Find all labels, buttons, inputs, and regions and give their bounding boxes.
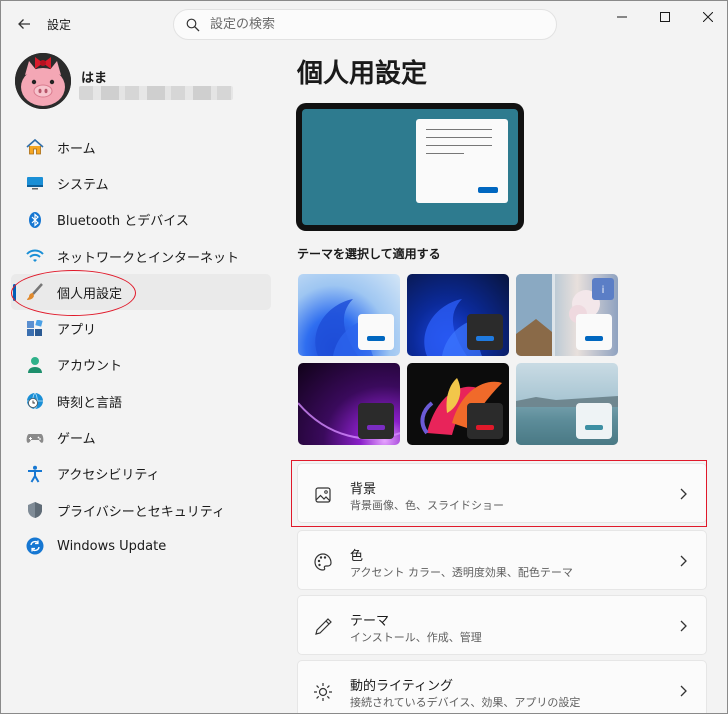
home-icon (25, 137, 45, 157)
apps-icon (25, 319, 45, 339)
update-icon (25, 536, 45, 556)
sidebar-item-label: ホーム (57, 141, 96, 157)
card-title: 動的ライティング (350, 679, 453, 694)
theme-glow[interactable] (298, 363, 400, 445)
gamepad-icon (25, 428, 45, 448)
theme-preview (296, 103, 524, 231)
user-email-blurred (79, 86, 233, 100)
theme-captured-motion[interactable] (407, 363, 509, 445)
chevron-right-icon (678, 553, 688, 569)
sidebar-item-label: ゲーム (57, 432, 96, 448)
card-themes[interactable]: テーマ インストール、作成、管理 (297, 595, 707, 655)
chevron-right-icon (678, 618, 688, 634)
card-colors[interactable]: 色 アクセント カラー、透明度効果、配色テーマ (297, 530, 707, 590)
preview-desktop (302, 109, 518, 225)
palette-icon (312, 551, 334, 573)
preview-window (416, 119, 508, 203)
sidebar-item-label: Windows Update (57, 538, 167, 554)
sidebar-item-label: アプリ (57, 323, 97, 339)
settings-window: 設定 設定の検索 はま ホーム システム Bluetooth とデバイス ネット… (0, 0, 728, 714)
sidebar-item-label: 時刻と言語 (57, 395, 123, 411)
back-button[interactable] (11, 11, 37, 37)
card-dynamic-lighting[interactable]: 動的ライティング 接続されているデバイス、効果、アプリの設定 (297, 660, 707, 713)
paintbrush-icon (25, 282, 45, 302)
avatar (15, 53, 71, 109)
card-title: テーマ (350, 614, 390, 629)
monitor-icon (25, 173, 45, 193)
theme-windows-light[interactable] (298, 274, 400, 356)
theme-windows-dark[interactable] (407, 274, 509, 356)
sidebar-item-network[interactable]: ネットワークとインターネット (11, 238, 271, 274)
sidebar-item-home[interactable]: ホーム (11, 129, 271, 165)
sidebar-item-label: システム (57, 177, 109, 193)
sidebar-item-apps[interactable]: アプリ (11, 310, 271, 346)
card-subtitle: 接続されているデバイス、効果、アプリの設定 (350, 696, 581, 709)
theme-spotlight[interactable]: i (516, 274, 618, 356)
wifi-icon (25, 246, 45, 266)
shield-icon (25, 500, 45, 520)
close-button[interactable] (685, 1, 727, 33)
sidebar-item-accessibility[interactable]: アクセシビリティ (11, 456, 271, 492)
card-subtitle: 背景画像、色、スライドショー (350, 499, 504, 512)
search-icon (186, 18, 200, 31)
sidebar-item-gaming[interactable]: ゲーム (11, 419, 271, 455)
svg-text:i: i (602, 285, 605, 296)
sidebar-item-system[interactable]: システム (11, 165, 271, 201)
sidebar-item-time-language[interactable]: 時刻と言語 (11, 383, 271, 419)
user-profile[interactable]: はま (15, 53, 265, 109)
card-subtitle: アクセント カラー、透明度効果、配色テーマ (350, 566, 573, 579)
title-bar: 設定 (1, 1, 727, 47)
maximize-button[interactable] (642, 1, 688, 33)
sidebar-item-personalization[interactable]: 個人用設定 (11, 274, 271, 311)
sidebar-item-privacy[interactable]: プライバシーとセキュリティ (11, 492, 271, 528)
sidebar-item-label: 個人用設定 (57, 286, 123, 302)
user-name: はま (81, 71, 108, 86)
sidebar-item-label: アクセシビリティ (57, 468, 160, 484)
sidebar-item-label: プライバシーとセキュリティ (57, 504, 225, 520)
chevron-right-icon (678, 683, 688, 699)
card-background[interactable]: 背景 背景画像、色、スライドショー (297, 463, 707, 523)
chevron-right-icon (678, 486, 688, 502)
theme-flow[interactable] (516, 363, 618, 445)
preview-button (478, 187, 498, 193)
sidebar-item-accounts[interactable]: アカウント (11, 347, 271, 383)
image-icon (312, 484, 334, 506)
sidebar-item-windows-update[interactable]: Windows Update (11, 528, 271, 564)
sidebar-item-label: アカウント (57, 359, 123, 375)
pig-avatar-icon (15, 53, 71, 109)
theme-grid: i (298, 274, 618, 446)
search-box[interactable] (173, 9, 557, 40)
themes-section-label: テーマを選択して適用する (297, 247, 441, 261)
minimize-icon (617, 16, 627, 18)
sidebar-item-bluetooth[interactable]: Bluetooth とデバイス (11, 202, 271, 238)
close-icon (703, 12, 713, 22)
person-icon (25, 355, 45, 375)
sun-icon (312, 681, 334, 703)
search-input[interactable] (210, 17, 510, 32)
card-subtitle: インストール、作成、管理 (350, 631, 482, 644)
bluetooth-icon (25, 210, 45, 230)
app-title: 設定 (47, 18, 72, 32)
accessibility-icon (25, 464, 45, 484)
sidebar-nav: ホーム システム Bluetooth とデバイス ネットワークとインターネット … (11, 129, 271, 565)
back-arrow-icon (18, 19, 30, 29)
sidebar-item-label: ネットワークとインターネット (57, 250, 240, 266)
pen-icon (312, 616, 334, 638)
card-title: 色 (350, 549, 364, 564)
clock-globe-icon (25, 391, 45, 411)
card-title: 背景 (350, 482, 377, 497)
minimize-button[interactable] (599, 1, 645, 33)
page-title: 個人用設定 (297, 59, 428, 89)
maximize-icon (660, 12, 670, 22)
sidebar-item-label: Bluetooth とデバイス (57, 214, 189, 230)
